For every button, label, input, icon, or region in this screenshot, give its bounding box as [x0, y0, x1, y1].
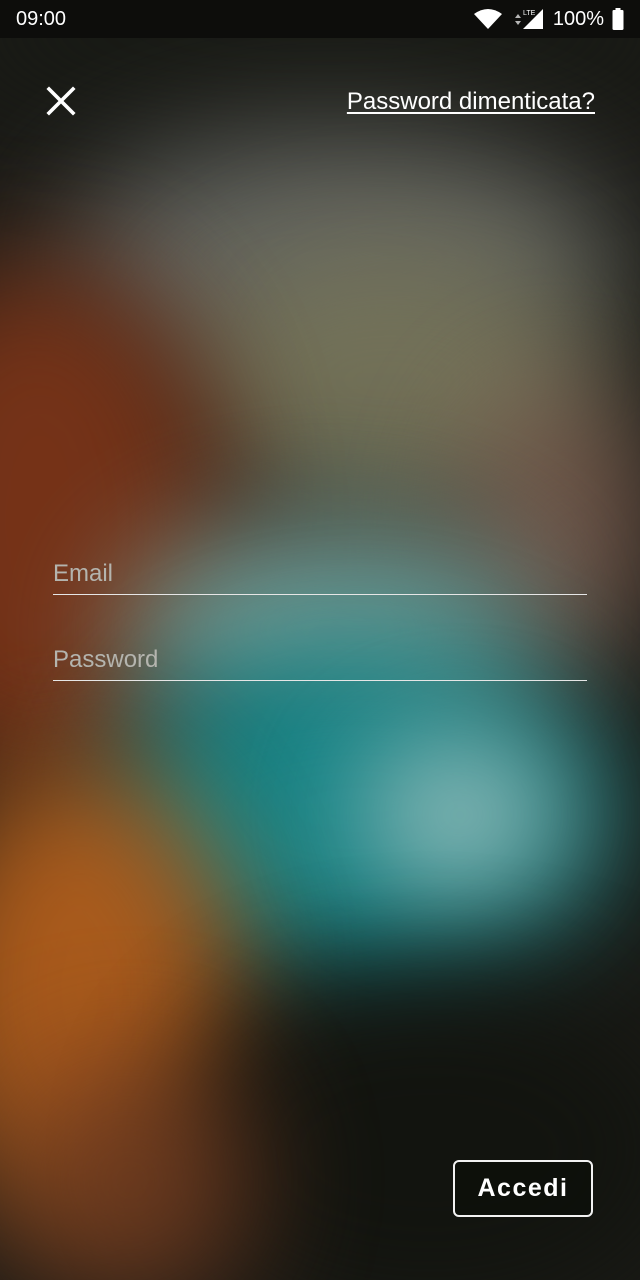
login-button[interactable]: Accedi [453, 1160, 593, 1217]
close-button[interactable] [42, 82, 80, 120]
status-icons: LTE 100% [473, 8, 624, 31]
battery-percent: 100% [552, 7, 604, 30]
email-input[interactable] [53, 560, 587, 594]
email-field [53, 560, 587, 595]
login-screen: 09:00 LTE 100% Password dimenticata? Ema… [0, 0, 640, 1280]
signal-icon: LTE [511, 8, 545, 30]
blurred-background-photo [0, 0, 640, 1280]
network-type-label: LTE [523, 10, 536, 17]
status-bar: 09:00 LTE 100% [0, 0, 640, 38]
close-icon [46, 86, 76, 116]
password-field [53, 646, 587, 681]
battery-icon [612, 8, 624, 30]
status-time: 09:00 [16, 7, 67, 30]
wifi-icon [473, 8, 503, 30]
password-input[interactable] [53, 646, 587, 680]
forgot-password-link[interactable]: Password dimenticata? [347, 88, 595, 116]
